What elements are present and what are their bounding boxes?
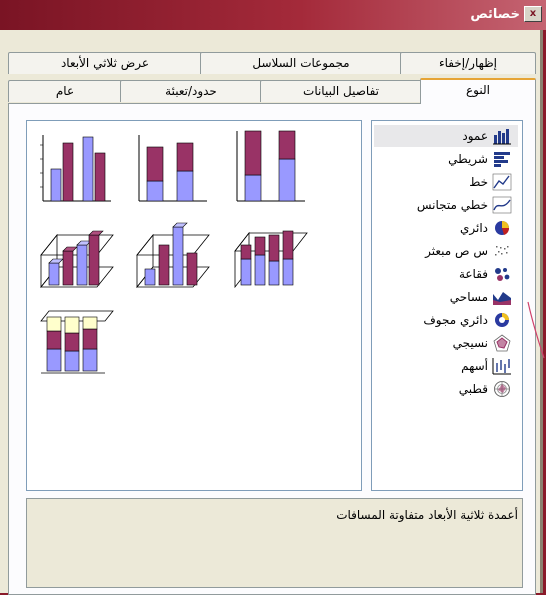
chart-type-label: شريطي bbox=[448, 152, 488, 166]
title-bar: x خصائص bbox=[0, 0, 546, 30]
chart-type-label: خطي متجانس bbox=[416, 198, 488, 212]
chart-type-list: عمود شريطي خط خطي متجانس دائري س ص مبعثر bbox=[371, 120, 523, 491]
tab-general[interactable]: عام bbox=[8, 80, 122, 102]
tab-show-hide[interactable]: إظهار/إخفاء bbox=[400, 52, 536, 74]
chart-type-polar[interactable]: قطبي bbox=[374, 378, 518, 400]
chart-type-label: دائري bbox=[459, 221, 488, 235]
subtype-3d-stacked-column[interactable] bbox=[133, 215, 211, 293]
chart-type-scatter[interactable]: س ص مبعثر bbox=[374, 240, 518, 262]
window-title: خصائص bbox=[470, 6, 520, 22]
chart-type-label: عمود bbox=[462, 129, 488, 143]
chart-type-column[interactable]: عمود bbox=[374, 125, 518, 147]
area-chart-icon bbox=[493, 292, 511, 305]
chart-type-pie[interactable]: دائري bbox=[374, 217, 518, 239]
tab-3d-view[interactable]: عرض ثلاثي الأبعاد bbox=[8, 52, 202, 74]
chart-subtype-gallery bbox=[26, 120, 362, 491]
tab-row-back: عرض ثلاثي الأبعاد مجموعات السلاسل إظهار/… bbox=[8, 52, 536, 74]
chart-type-area[interactable]: مساحي bbox=[374, 286, 518, 308]
chart-type-bar[interactable]: شريطي bbox=[374, 148, 518, 170]
polar-chart-icon bbox=[494, 381, 510, 397]
doughnut-chart-icon bbox=[495, 313, 509, 327]
bubble-chart-icon bbox=[495, 268, 510, 281]
stock-chart-icon bbox=[492, 358, 511, 375]
chart-type-label: خط bbox=[469, 175, 488, 189]
chart-type-label: دائري مجوف bbox=[423, 313, 488, 327]
chart-type-label: فقاعة bbox=[458, 267, 488, 281]
smooth-line-chart-icon bbox=[492, 196, 512, 214]
subtype-stacked-column[interactable] bbox=[133, 129, 211, 207]
pie-chart-icon bbox=[495, 221, 510, 235]
chart-type-label: نسيجي bbox=[452, 336, 488, 350]
tab-data-details[interactable]: تفاصيل البيانات bbox=[260, 80, 422, 102]
subtype-description: أعمدة ثلاثية الأبعاد متفاوتة المسافات bbox=[336, 508, 518, 522]
chart-type-label: مساحي bbox=[449, 290, 488, 304]
radar-chart-icon bbox=[493, 334, 511, 352]
subtype-clustered-column[interactable] bbox=[37, 129, 115, 207]
tab-borders-fill[interactable]: حدود/تعبئة bbox=[120, 80, 262, 102]
subtype-3d-column-depth[interactable] bbox=[37, 301, 115, 379]
bar-chart-icon bbox=[494, 152, 510, 167]
subtype-100-stacked-column[interactable] bbox=[231, 129, 309, 207]
chart-type-label: أسهم bbox=[461, 359, 488, 373]
chart-type-label: قطبي bbox=[458, 382, 488, 396]
tab-row-front: عام حدود/تعبئة تفاصيل البيانات النوع bbox=[8, 78, 536, 104]
line-chart-icon bbox=[492, 173, 512, 191]
chart-type-radar[interactable]: نسيجي bbox=[374, 332, 518, 354]
subtype-3d-clustered-column[interactable] bbox=[37, 215, 115, 293]
chart-type-doughnut[interactable]: دائري مجوف bbox=[374, 309, 518, 331]
chart-type-bubble[interactable]: فقاعة bbox=[374, 263, 518, 285]
scatter-chart-icon bbox=[495, 246, 509, 256]
chart-type-label: س ص مبعثر bbox=[425, 244, 488, 258]
subtype-3d-100-stacked-column[interactable] bbox=[231, 215, 309, 293]
chart-type-smooth-line[interactable]: خطي متجانس bbox=[374, 194, 518, 216]
tab-type[interactable]: النوع bbox=[420, 78, 536, 104]
background-stroke bbox=[527, 301, 545, 359]
chart-type-stock[interactable]: أسهم bbox=[374, 355, 518, 377]
close-icon[interactable]: x bbox=[524, 6, 542, 22]
tab-series-groups[interactable]: مجموعات السلاسل bbox=[200, 52, 402, 74]
subtype-description-box: أعمدة ثلاثية الأبعاد متفاوتة المسافات bbox=[26, 498, 523, 588]
chart-type-line[interactable]: خط bbox=[374, 171, 518, 193]
properties-dialog: عرض ثلاثي الأبعاد مجموعات السلاسل إظهار/… bbox=[0, 30, 543, 595]
column-chart-icon bbox=[493, 129, 511, 145]
type-tab-panel: عمود شريطي خط خطي متجانس دائري س ص مبعثر bbox=[8, 103, 536, 595]
